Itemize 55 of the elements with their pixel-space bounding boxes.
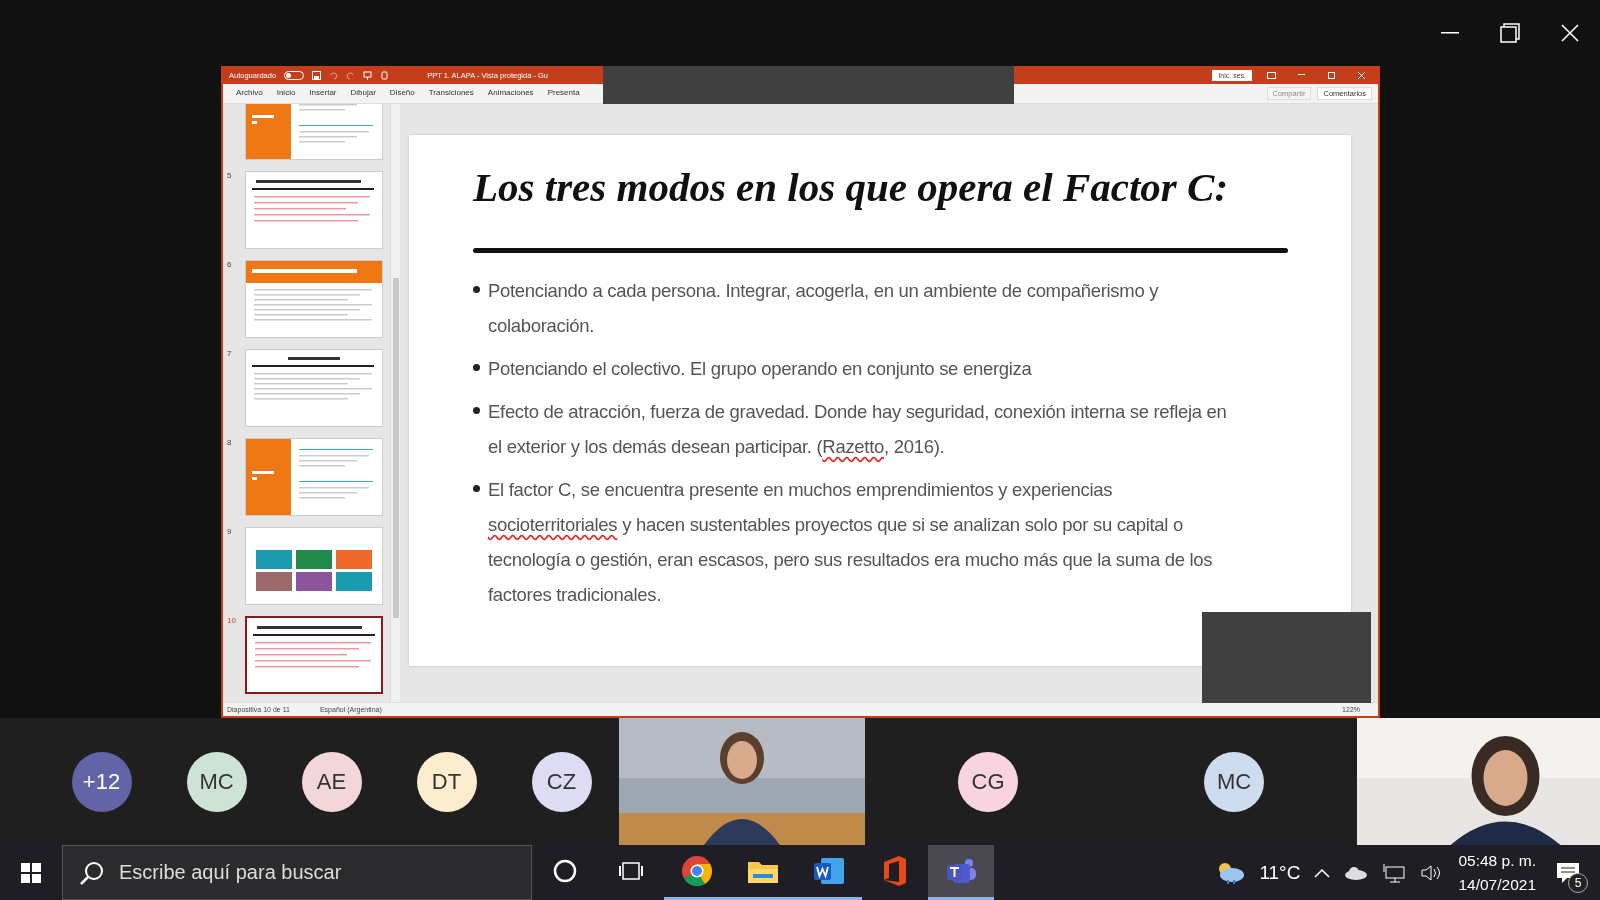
- bullet-dot: [473, 407, 480, 414]
- network-icon[interactable]: [1382, 862, 1407, 883]
- participant-avatar[interactable]: DT: [416, 751, 477, 812]
- task-view-icon: [618, 859, 644, 883]
- cloud-icon[interactable]: [1344, 865, 1369, 880]
- bullet-text: Potenciando a cada persona. Integrar, acogerla, en un ambiente de compañerismo y colaboración.: [488, 279, 1160, 338]
- bullet-text: Potenciando el colectivo. El grupo operando en conjunto se energiza: [488, 357, 1032, 381]
- participant-avatar[interactable]: MC: [1204, 751, 1264, 812]
- participant-avatar[interactable]: AE: [301, 751, 362, 812]
- word-icon: [813, 856, 845, 886]
- participant-avatar[interactable]: CZ: [531, 751, 592, 812]
- teams-icon: [945, 856, 977, 886]
- slide-title: Los tres modos en los que opera el Factor C:: [473, 163, 1230, 212]
- windows-logo-icon[interactable]: [21, 862, 41, 883]
- clock[interactable]: 05:48 p. m. 14/07/2021: [1458, 848, 1536, 897]
- office-icon: [881, 855, 909, 887]
- participant-avatar[interactable]: MC: [186, 751, 247, 812]
- circle-icon: [552, 858, 578, 884]
- chrome-icon: [681, 855, 713, 887]
- ribbon-tab[interactable]: Diseño: [382, 86, 422, 101]
- slide-number: 7: [227, 349, 233, 358]
- participant-avatar[interactable]: CG: [958, 751, 1018, 812]
- bullet-text: El factor C, se encuentra presente en muchos emprendimientos y experiencias socioterritoriales y hacen sustentables proyectos que si se analizan solo por su capital o tecnología o gestión, eran escasos, pero sus resultados era mucho más que la suma de los factores tradicionales.: [488, 478, 1214, 607]
- ribbon-tab[interactable]: Animaciones: [480, 86, 541, 101]
- notification-count: 5: [1568, 872, 1588, 893]
- bullet-dot: [473, 286, 480, 293]
- ribbon-tab[interactable]: Inicio: [269, 86, 303, 101]
- temperature: 11°C: [1259, 861, 1301, 884]
- restore-icon[interactable]: [1500, 23, 1520, 43]
- presenter-icon[interactable]: [363, 70, 373, 80]
- search-icon: [79, 859, 105, 886]
- slide-number: 6: [227, 260, 233, 269]
- ribbon-tab[interactable]: Archivo: [229, 86, 270, 101]
- ribbon-display-icon[interactable]: [1266, 71, 1276, 79]
- minimize-icon[interactable]: [1441, 32, 1459, 34]
- ribbon-tab[interactable]: Transiciones: [421, 86, 481, 101]
- slide-number: 9: [227, 527, 233, 536]
- ribbon-tab[interactable]: Dibujar: [343, 86, 383, 101]
- participant-avatar[interactable]: +12: [71, 751, 132, 812]
- slide-number: 5: [227, 171, 233, 180]
- save-icon[interactable]: [312, 70, 322, 80]
- bullet-dot: [473, 485, 480, 492]
- maximize-icon[interactable]: [1327, 71, 1335, 79]
- slide-thumbnail[interactable]: [245, 616, 383, 694]
- bullet-text: Efecto de atracción, fuerza de gravedad. Donde hay seguridad, conexión interna se refleja en el exterior y los demás desean participar. (Razetto, 2016).: [488, 400, 1228, 459]
- close-icon[interactable]: [1561, 24, 1579, 42]
- slide-number: 8: [227, 438, 233, 447]
- slide-number: 10: [227, 616, 237, 625]
- bullet-dot: [473, 364, 480, 371]
- touch-icon[interactable]: [380, 70, 390, 80]
- ribbon-tab[interactable]: Insertar: [302, 86, 344, 101]
- chevron-up-icon[interactable]: [1314, 867, 1331, 878]
- search-field[interactable]: Escribe aquí para buscar: [62, 845, 532, 900]
- ribbon-tab[interactable]: Presenta: [540, 86, 587, 101]
- minimize-icon[interactable]: [1297, 74, 1305, 76]
